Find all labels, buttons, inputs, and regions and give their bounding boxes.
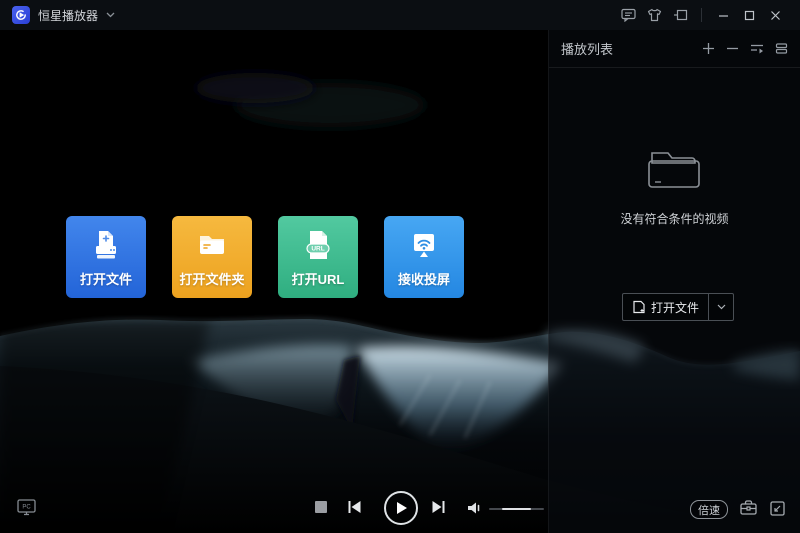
- playlist-layout-button[interactable]: [775, 42, 788, 55]
- pin-icon: [673, 8, 688, 22]
- fullscreen-button[interactable]: [769, 500, 786, 517]
- stop-button[interactable]: [315, 501, 327, 513]
- receive-cast-button[interactable]: 接收投屏: [384, 216, 464, 298]
- playlist-play-order-button[interactable]: [750, 42, 764, 55]
- playlist-panel: 播放列表: [548, 30, 800, 533]
- playlist-open-file-dropdown[interactable]: [709, 294, 733, 320]
- folder-empty-icon: [644, 145, 706, 193]
- play-icon: [395, 501, 408, 515]
- launcher-label: 打开文件夹: [179, 269, 244, 288]
- volume-button[interactable]: [466, 500, 483, 516]
- playlist-add-button[interactable]: [702, 42, 715, 55]
- play-button[interactable]: [384, 491, 418, 525]
- previous-button[interactable]: [346, 499, 363, 515]
- play-order-icon: [750, 42, 764, 55]
- add-icon: [702, 42, 715, 55]
- volume-icon: [466, 500, 483, 516]
- minimize-icon: [718, 10, 729, 21]
- file-open-icon: [88, 227, 124, 263]
- speed-label: 倍速: [698, 502, 720, 518]
- playlist-open-file-splitbutton: 打开文件: [622, 293, 734, 321]
- fullscreen-icon: [769, 500, 786, 517]
- playlist-remove-button[interactable]: [726, 42, 739, 55]
- app-window: 恒星播放器: [0, 0, 800, 533]
- feedback-button[interactable]: [615, 0, 641, 30]
- chevron-down-icon[interactable]: [106, 12, 115, 18]
- maximize-button[interactable]: [736, 0, 762, 30]
- speed-button[interactable]: 倍速: [690, 500, 728, 519]
- panel-layout-icon: [775, 42, 788, 55]
- playlist-header: 播放列表: [549, 30, 800, 68]
- folder-open-icon: [194, 227, 230, 263]
- launcher-label: 接收投屏: [398, 269, 450, 288]
- open-file-button[interactable]: 打开文件: [66, 216, 146, 298]
- titlebar-tools: [615, 0, 788, 30]
- launcher-buttons: 打开文件 打开文件夹 URL 打开URL: [66, 216, 464, 298]
- close-icon: [770, 10, 781, 21]
- pin-button[interactable]: [667, 0, 693, 30]
- titlebar: 恒星播放器: [0, 0, 800, 30]
- svg-text:URL: URL: [311, 245, 324, 252]
- minimize-button[interactable]: [710, 0, 736, 30]
- open-url-button[interactable]: URL 打开URL: [278, 216, 358, 298]
- maximize-icon: [744, 10, 755, 21]
- feedback-icon: [621, 8, 636, 22]
- titlebar-divider: [701, 8, 702, 22]
- app-logo-icon[interactable]: [12, 6, 30, 24]
- playlist-open-file-label: 打开文件: [651, 299, 699, 316]
- file-add-icon: [632, 300, 645, 314]
- playlist-empty-text: 没有符合条件的视频: [549, 210, 800, 227]
- skin-button[interactable]: [641, 0, 667, 30]
- toolbox-icon: [739, 499, 758, 516]
- svg-text:PC: PC: [22, 505, 31, 511]
- titlebar-left: 恒星播放器: [12, 6, 115, 24]
- app-title[interactable]: 恒星播放器: [38, 7, 98, 24]
- playlist-title: 播放列表: [561, 39, 702, 58]
- remove-icon: [726, 42, 739, 55]
- pc-cast-button[interactable]: PC: [16, 497, 37, 517]
- next-button[interactable]: [430, 499, 447, 515]
- launcher-label: 打开URL: [292, 269, 345, 288]
- pc-cast-icon: PC: [16, 497, 37, 517]
- playlist-tools: [702, 42, 788, 55]
- playlist-empty-state: 没有符合条件的视频: [549, 145, 800, 227]
- next-icon: [430, 499, 447, 515]
- screen-cast-icon: [406, 227, 442, 263]
- previous-icon: [346, 499, 363, 515]
- open-folder-button[interactable]: 打开文件夹: [172, 216, 252, 298]
- chevron-down-icon: [717, 304, 726, 310]
- toolbox-button[interactable]: [739, 499, 758, 516]
- skin-icon: [647, 8, 662, 22]
- close-button[interactable]: [762, 0, 788, 30]
- playlist-open-file-button[interactable]: 打开文件: [623, 294, 708, 320]
- volume-slider[interactable]: [489, 508, 544, 510]
- url-document-icon: URL: [300, 227, 336, 263]
- volume-slider-fill: [502, 508, 531, 510]
- launcher-label: 打开文件: [80, 269, 132, 288]
